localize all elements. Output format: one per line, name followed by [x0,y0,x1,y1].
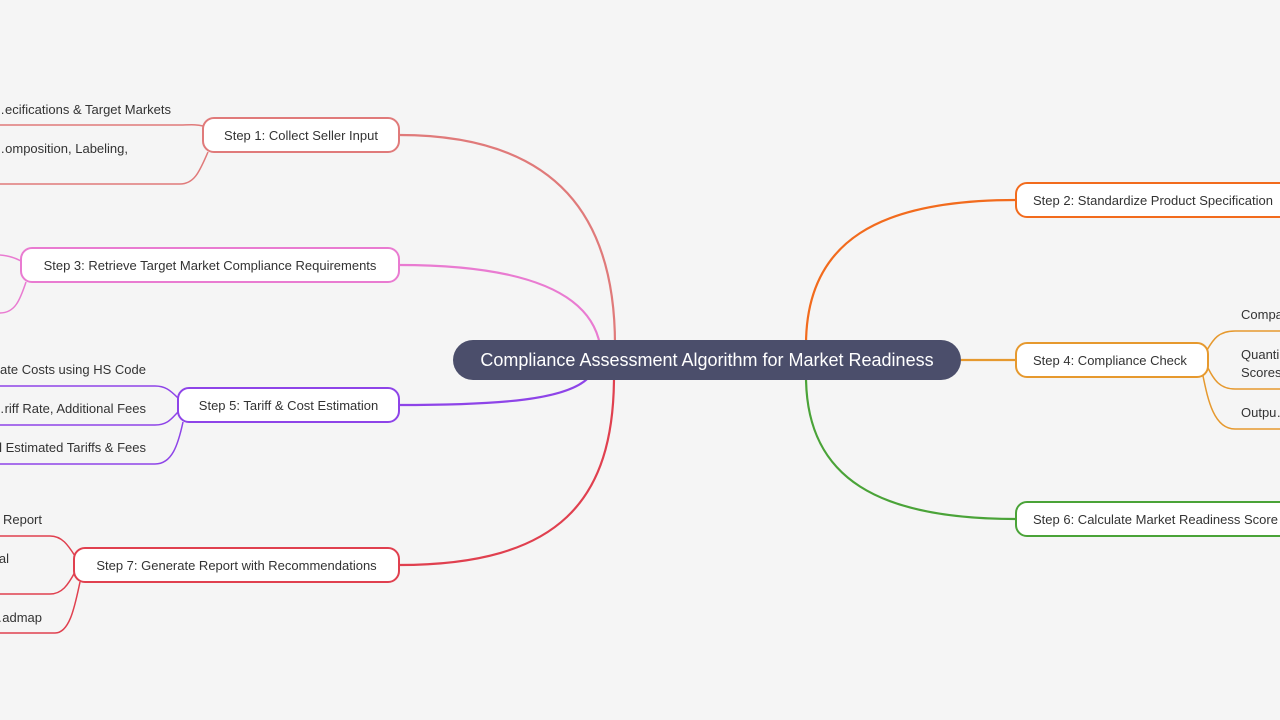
leaf-text: …admap [0,610,42,625]
connector-step1 [398,133,617,346]
leaf-text: Compa… [1241,307,1280,322]
step7-leaf[interactable]: …al [0,550,9,568]
leaf-connector-step3-0 [0,254,22,262]
step4-leaf[interactable]: Quanti… Scores… [1241,346,1280,382]
step1-node[interactable]: Step 1: Collect Seller Input [202,117,400,153]
leaf-connector-step3-1 [0,281,27,314]
step4-label: Step 4: Compliance Check [1033,352,1187,368]
step7-node[interactable]: Step 7: Generate Report with Recommendat… [73,547,400,583]
connector-step3 [398,263,602,346]
step3-node[interactable]: Step 3: Retrieve Target Market Complianc… [20,247,400,283]
step2-node[interactable]: Step 2: Standardize Product Specificatio… [1015,182,1280,218]
leaf-text: …al [0,551,9,566]
connector-step5 [398,375,591,407]
root-label: Compliance Assessment Algorithm for Mark… [480,349,934,370]
step3-label: Step 3: Retrieve Target Market Complianc… [43,257,377,273]
connector-step6 [804,375,1017,521]
leaf-connector-step7-1 [0,571,76,595]
leaf-text: Outpu… [1241,405,1280,420]
step7-leaf[interactable]: … Report [0,511,42,529]
step5-label: Step 5: Tariff & Cost Estimation [198,397,379,413]
leaf-text: …ecifications & Target Markets [0,102,171,117]
step6-node[interactable]: Step 6: Calculate Market Readiness Score [1015,501,1280,537]
leaf-text: …riff Rate, Additional Fees [0,401,146,416]
step5-leaf[interactable]: …l Estimated Tariffs & Fees [0,439,146,457]
step1-leaf[interactable]: …ecifications & Target Markets [0,101,171,119]
leaf-text: Scores… [1241,365,1280,380]
leaf-text: …nate Costs using HS Code [0,362,146,377]
leaf-connector-step5-0 [0,385,179,399]
leaf-connector-step7-0 [0,535,76,557]
step7-leaf[interactable]: …admap [0,609,42,627]
leaf-text: …omposition, Labeling, [0,141,128,156]
step5-leaf[interactable]: …riff Rate, Additional Fees [0,400,146,418]
leaf-text: …l Estimated Tariffs & Fees [0,440,146,455]
step2-label: Step 2: Standardize Product Specificatio… [1033,192,1273,208]
leaf-text: Quanti… [1241,347,1280,362]
step6-label: Step 6: Calculate Market Readiness Score [1033,511,1278,527]
step4-node[interactable]: Step 4: Compliance Check [1015,342,1209,378]
step4-leaf[interactable]: Outpu… [1241,404,1280,422]
mind-map-canvas: Compliance Assessment Algorithm for Mark… [0,0,1280,720]
step1-label: Step 1: Collect Seller Input [224,127,378,143]
connector-step2 [804,198,1017,346]
step7-label: Step 7: Generate Report with Recommendat… [96,557,377,573]
step1-leaf[interactable]: …omposition, Labeling, [0,140,128,158]
step4-leaf[interactable]: Compa… [1241,306,1280,324]
leaf-text: … Report [0,512,42,527]
root-node[interactable]: Compliance Assessment Algorithm for Mark… [453,340,961,380]
step5-node[interactable]: Step 5: Tariff & Cost Estimation [177,387,400,423]
step5-leaf[interactable]: …nate Costs using HS Code [0,361,146,379]
leaf-connector-step1-0 [0,124,204,127]
